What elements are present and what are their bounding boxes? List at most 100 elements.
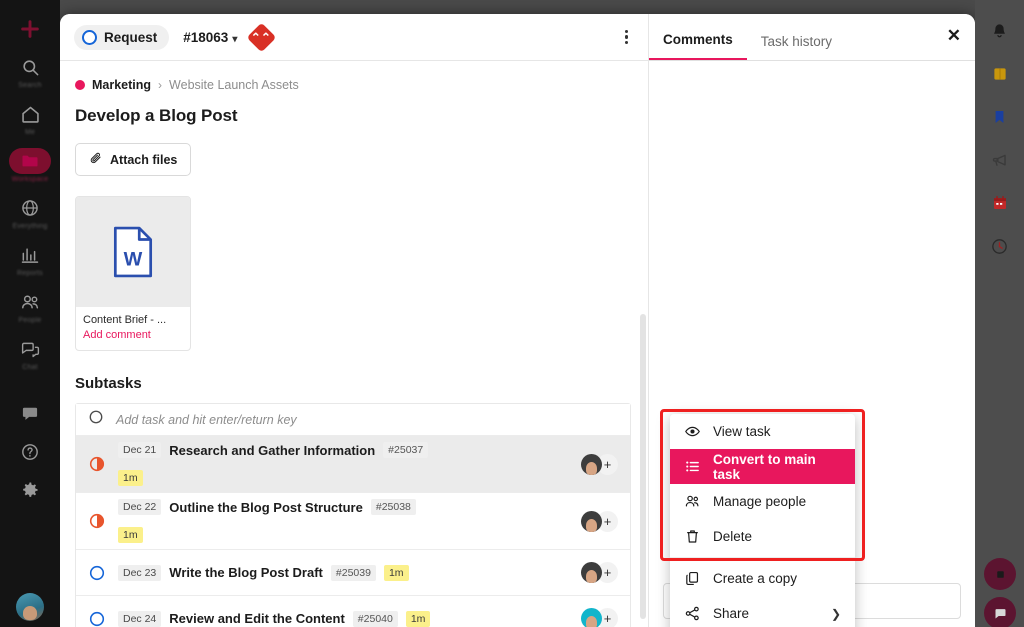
close-icon[interactable]: ✕ (947, 27, 961, 44)
folder-icon (9, 148, 51, 174)
bell-icon[interactable] (983, 14, 1017, 48)
sidebar-item-everything[interactable]: Everything (8, 195, 52, 230)
subtasks-heading: Subtasks (75, 375, 142, 392)
stop-recording-button[interactable] (984, 558, 1016, 590)
add-comment-link[interactable]: Add comment (83, 329, 183, 341)
kebab-menu-icon[interactable] (619, 24, 634, 51)
attachment-name: Content Brief - ... (83, 314, 167, 326)
status-circle-icon (82, 29, 97, 45)
menu-item-view-task[interactable]: View task (670, 414, 855, 449)
clock-icon[interactable] (983, 229, 1017, 263)
menu-item-create-a-copy[interactable]: Create a copy (670, 561, 855, 596)
subtask-duration: 1m (405, 610, 431, 627)
menu-item-convert-to-main-task[interactable]: Convert to main task (670, 449, 855, 484)
subtask-content: Dec 22 Outline the Blog Post Structure #… (118, 499, 573, 543)
calendar-icon[interactable] (983, 186, 1017, 220)
chart-icon (17, 242, 43, 268)
sidebar-item-people[interactable]: People (8, 289, 52, 324)
menu-item-delete[interactable]: Delete (670, 519, 855, 554)
add-subtask-row[interactable]: Add task and hit enter/return key (76, 404, 630, 436)
sidebar-item-chat[interactable]: Chat (8, 336, 52, 371)
sidebar-label-home: Me (24, 129, 36, 136)
sidebar-item-add[interactable] (8, 16, 52, 42)
task-header: Request #18063 ▾ ⌃⌃ (60, 14, 648, 61)
app-root: Search Me Workspace Everything Reports P… (0, 0, 1024, 627)
project-color-dot (75, 80, 85, 90)
tab-comments[interactable]: Comments (649, 32, 747, 60)
avatar[interactable] (581, 510, 602, 532)
bookmark-icon[interactable] (983, 100, 1017, 134)
subtask-duration: 1m (118, 527, 143, 543)
sidebar-label-workspace: Workspace (11, 176, 49, 183)
table-row[interactable]: Dec 22 Outline the Blog Post Structure #… (76, 493, 630, 550)
status-in-progress-icon[interactable] (88, 512, 106, 530)
subtask-id: #25037 (383, 442, 429, 458)
menu-label: Manage people (713, 494, 807, 509)
high-priority-icon[interactable]: ⌃⌃ (247, 22, 277, 52)
avatar[interactable] (581, 453, 602, 475)
sidebar-label-everything: Everything (12, 223, 48, 230)
list-icon (684, 458, 701, 475)
subtask-date: Dec 21 (118, 442, 162, 458)
people-icon (17, 289, 43, 315)
subtask-id: #25039 (330, 564, 376, 581)
sidebar-item-settings[interactable] (8, 477, 52, 503)
task-id-dropdown[interactable]: #18063 ▾ (183, 30, 237, 45)
svg-text:W: W (124, 249, 143, 271)
sidebar-item-feedback[interactable] (8, 401, 52, 427)
globe-icon (17, 195, 43, 221)
window-shell: Request #18063 ▾ ⌃⌃ Marketing › Website L… (60, 14, 975, 627)
people-icon (684, 493, 701, 510)
sidebar-item-home[interactable]: Me (8, 101, 52, 136)
breadcrumb-folder[interactable]: Website Launch Assets (169, 78, 299, 92)
subtask-name: Write the Blog Post Draft (169, 565, 323, 580)
sidebar-item-search[interactable]: Search (8, 54, 52, 89)
tab-task-history[interactable]: Task history (747, 34, 846, 60)
subtask-date: Dec 22 (118, 499, 162, 515)
sidebar-item-help[interactable] (8, 439, 52, 465)
task-id-label: #18063 (183, 29, 229, 45)
subtask-assignees: + (573, 510, 618, 532)
table-row[interactable]: Dec 23 Write the Blog Post Draft #25039 … (76, 550, 630, 596)
chat-bubble-button[interactable] (984, 597, 1016, 627)
subtask-duration: 1m (383, 564, 409, 581)
sidebar-item-reports[interactable]: Reports (8, 242, 52, 277)
task-type-badge[interactable]: Request (74, 24, 170, 50)
main-scrollbar[interactable] (640, 314, 646, 619)
avatar[interactable] (581, 562, 602, 583)
menu-item-manage-people[interactable]: Manage people (670, 484, 855, 519)
help-icon (17, 439, 43, 465)
table-row[interactable]: Dec 24 Review and Edit the Content #2504… (76, 596, 630, 627)
subtask-assignees: + (573, 453, 618, 475)
add-subtask-input[interactable]: Add task and hit enter/return key (116, 413, 297, 427)
word-document-icon: W (76, 197, 190, 307)
plus-icon (17, 16, 43, 42)
task-detail-panel: Request #18063 ▾ ⌃⌃ Marketing › Website L… (60, 14, 648, 627)
chat-icon (17, 336, 43, 362)
breadcrumb-separator: › (158, 78, 163, 92)
table-row[interactable]: Dec 21 Research and Gather Information #… (76, 436, 630, 493)
add-subtask-circle-icon (88, 409, 104, 430)
megaphone-icon[interactable] (983, 143, 1017, 177)
status-open-icon[interactable] (88, 564, 106, 582)
subtask-content: Dec 21 Research and Gather Information #… (118, 442, 573, 486)
subtask-content: Dec 23 Write the Blog Post Draft #25039 … (118, 564, 573, 581)
subtask-id: #25040 (352, 610, 398, 627)
sidebar-label-search: Search (18, 82, 42, 89)
breadcrumb-project[interactable]: Marketing (92, 78, 151, 92)
attachment-card[interactable]: W Content Brief - ... Add comment (75, 196, 191, 351)
status-open-icon[interactable] (88, 610, 106, 627)
menu-item-share[interactable]: Share ❯ (670, 596, 855, 627)
home-icon (17, 101, 43, 127)
copy-icon (684, 570, 701, 587)
attach-files-button[interactable]: Attach files (75, 143, 192, 176)
sidebar-item-workspace[interactable]: Workspace (8, 148, 52, 183)
eye-icon (684, 423, 701, 440)
note-icon[interactable] (983, 57, 1017, 91)
avatar[interactable] (581, 608, 602, 627)
user-avatar[interactable] (16, 593, 44, 621)
status-in-progress-icon[interactable] (88, 455, 106, 473)
gear-icon (17, 477, 43, 503)
menu-divider (670, 557, 855, 558)
chevron-right-icon: ❯ (830, 606, 841, 621)
